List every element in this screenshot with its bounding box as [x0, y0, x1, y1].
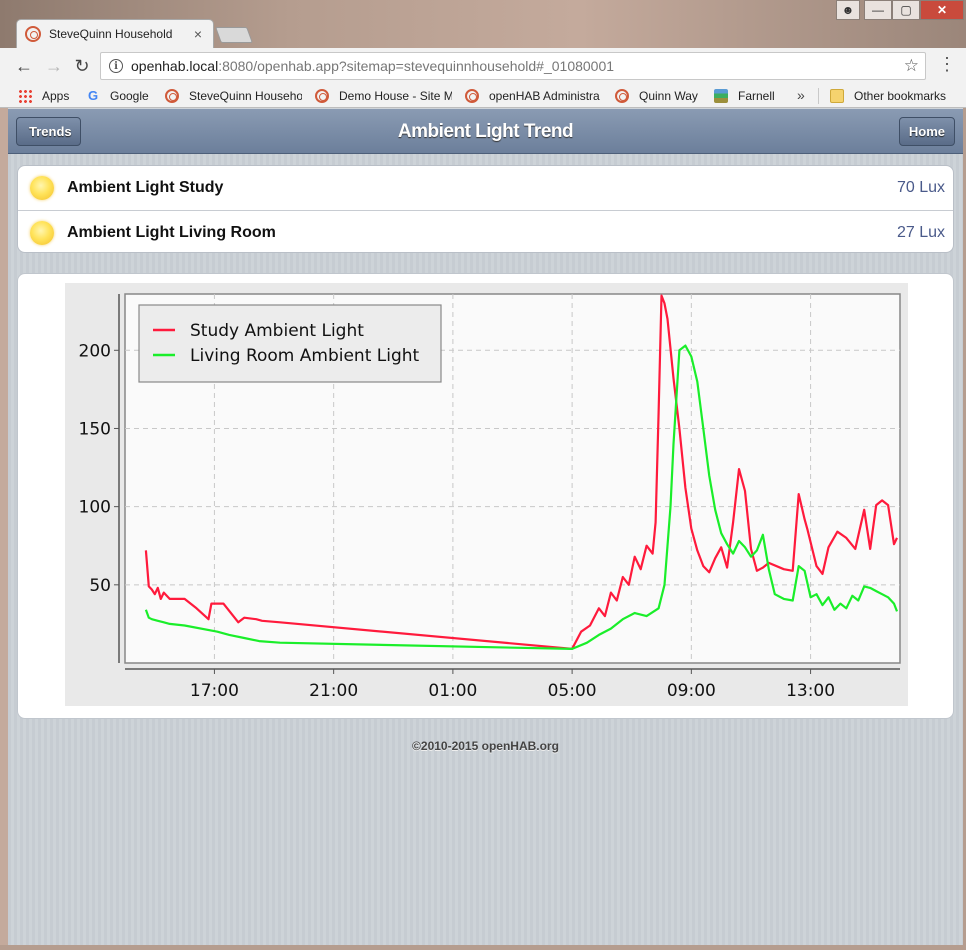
page-title: Ambient Light Trend — [397, 121, 574, 142]
openhab-icon — [465, 89, 479, 103]
legend-box — [138, 304, 442, 383]
close-window-button[interactable]: ✕ — [920, 0, 964, 20]
openhab-icon — [615, 89, 629, 103]
more-bookmarks-chevron-icon[interactable]: » — [797, 87, 805, 103]
y-tick-label: 50 — [89, 576, 111, 596]
address-bar[interactable]: i openhab.local :8080/openhab.app?sitema… — [100, 52, 926, 80]
window-titlebar: SteveQuinn Household × ☻ — ▢ ✕ — [0, 0, 966, 48]
back-arrow-icon[interactable]: ← — [12, 54, 36, 78]
item-value: 70 Lux — [896, 179, 945, 196]
url-path: :8080/openhab.app?sitemap=stevequinnhous… — [218, 58, 615, 74]
bookmark-openhab-admin[interactable]: openHAB Administra — [465, 87, 602, 105]
items-list: Ambient Light Study 70 Lux Ambient Light… — [17, 165, 954, 253]
x-tick-label: 09:00 — [667, 681, 716, 701]
url-host: openhab.local — [131, 58, 219, 74]
home-button[interactable]: Home — [898, 117, 955, 146]
openhab-page: Trends Ambient Light Trend Home Ambient … — [8, 109, 963, 945]
bookmark-label: Apps — [42, 89, 70, 103]
y-tick-label: 150 — [79, 419, 111, 439]
browser-tab[interactable]: SteveQuinn Household × — [16, 19, 214, 48]
bookmark-label: Quinn Way — [639, 89, 698, 103]
x-tick-label: 13:00 — [786, 681, 835, 701]
window-border-left — [0, 108, 8, 950]
sun-icon — [30, 221, 54, 245]
other-bookmarks[interactable]: Other bookmarks — [830, 87, 960, 105]
footer-copyright: ©2010-2015 openHAB.org — [412, 739, 559, 753]
x-tick-label: 01:00 — [428, 681, 477, 701]
bookmark-demo-house[interactable]: Demo House - Site M — [315, 87, 452, 105]
page-header: Trends Ambient Light Trend Home — [8, 109, 963, 154]
bookmarks-divider — [818, 88, 819, 104]
profile-icon[interactable]: ☻ — [836, 0, 860, 20]
browser-toolbar: ← → ↻ i openhab.local :8080/openhab.app?… — [0, 48, 966, 84]
x-tick-label: 21:00 — [309, 681, 358, 701]
item-label: Ambient Light Living Room — [67, 223, 276, 241]
window-border-bottom — [0, 945, 966, 950]
bookmark-apps[interactable]: Apps — [18, 87, 78, 105]
list-item: Ambient Light Living Room 27 Lux — [18, 210, 953, 252]
reload-icon[interactable]: ↻ — [70, 54, 94, 78]
folder-icon — [830, 89, 844, 103]
openhab-icon — [315, 89, 329, 103]
y-tick-label: 100 — [79, 498, 111, 518]
bookmark-quinn-way[interactable]: Quinn Way — [615, 87, 707, 105]
bookmark-label: SteveQuinn Househo — [189, 89, 302, 103]
trend-chart: 50 100 150 200 17:00 21:00 01:00 05:00 09:00 13:0… — [65, 283, 908, 706]
chart-card: 50 100 150 200 17:00 21:00 01:00 05:00 09:00 13:0… — [17, 273, 954, 719]
bookmark-stevequinn[interactable]: SteveQuinn Househo — [165, 87, 302, 105]
y-tick-label: 200 — [79, 341, 111, 361]
minimize-button[interactable]: — — [864, 0, 892, 20]
bookmark-star-icon[interactable]: ☆ — [904, 56, 919, 76]
browser-menu-icon[interactable]: ⋮ — [938, 54, 956, 75]
bookmark-label: Farnell — [738, 89, 775, 103]
legend-label: Study Ambient Light — [190, 321, 364, 341]
tab-close-icon[interactable]: × — [191, 26, 205, 42]
new-tab-button[interactable] — [215, 27, 253, 43]
farnell-icon — [714, 89, 728, 103]
openhab-favicon-icon — [25, 26, 41, 42]
forward-arrow-icon[interactable]: → — [42, 54, 66, 78]
bookmark-google[interactable]: G Google — [86, 87, 156, 105]
bookmark-label: Google — [110, 89, 149, 103]
bookmark-label: Demo House - Site M — [339, 89, 452, 103]
tab-title: SteveQuinn Household — [49, 27, 173, 41]
list-item: Ambient Light Study 70 Lux — [18, 166, 953, 210]
bookmark-label: Other bookmarks — [854, 89, 947, 103]
bookmark-label: openHAB Administra — [489, 89, 600, 103]
bookmarks-bar: Apps G Google SteveQuinn Househo Demo Ho… — [0, 84, 966, 108]
bookmark-farnell[interactable]: Farnell — [714, 87, 784, 105]
maximize-button[interactable]: ▢ — [892, 0, 920, 20]
legend-label: Living Room Ambient Light — [190, 346, 420, 366]
apps-icon — [18, 89, 32, 103]
site-info-icon[interactable]: i — [109, 59, 123, 73]
item-label: Ambient Light Study — [67, 179, 224, 196]
x-tick-label: 17:00 — [190, 681, 239, 701]
trend-chart-svg: 50 100 150 200 17:00 21:00 01:00 05:00 09:00 13:0… — [79, 293, 901, 701]
google-icon: G — [87, 88, 99, 103]
sun-icon — [30, 176, 54, 200]
openhab-icon — [165, 89, 179, 103]
x-tick-label: 05:00 — [548, 681, 597, 701]
item-value: 27 Lux — [896, 223, 945, 241]
